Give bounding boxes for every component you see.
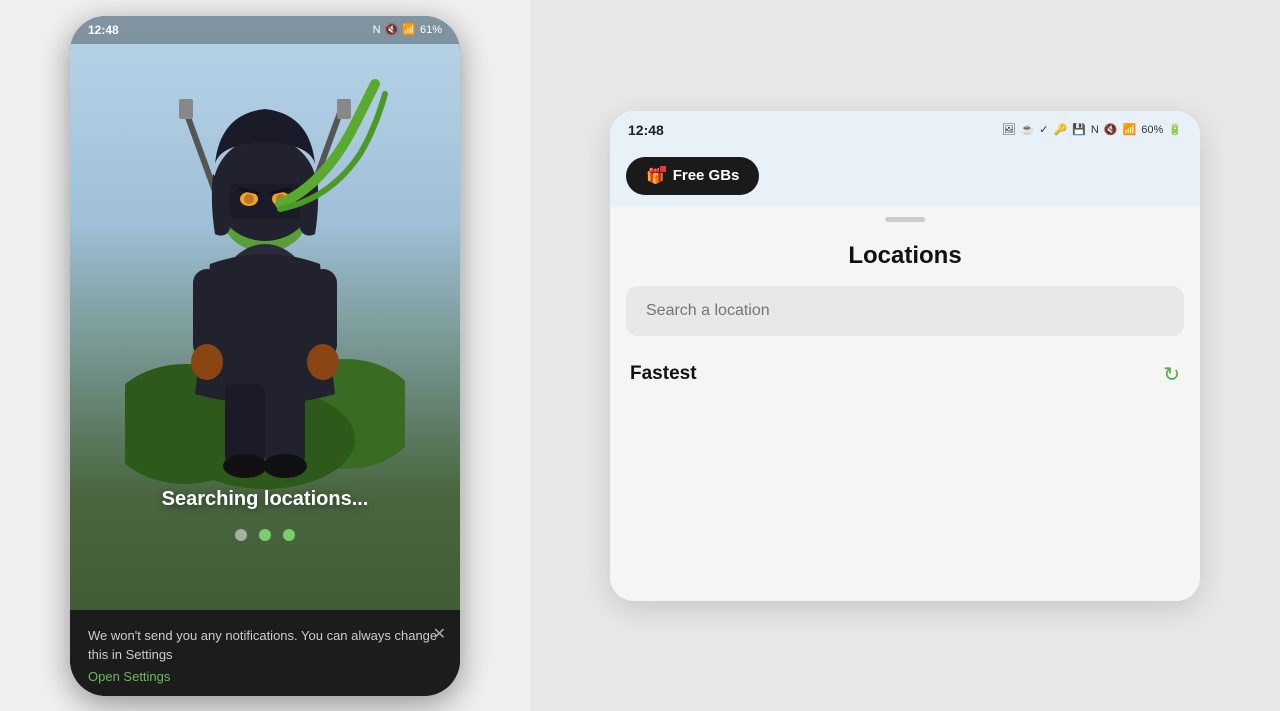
- right-status-icons: 🖼 ☕ ✓ 🔑 💾 N 🔇 📶 60% 🔋: [1002, 123, 1182, 136]
- search-location-input[interactable]: [626, 286, 1184, 336]
- left-status-icons: N 🔇 📶 61%: [373, 23, 442, 36]
- left-status-time: 12:48: [88, 23, 119, 37]
- sd-icon: 💾: [1072, 123, 1086, 136]
- close-notification-button[interactable]: ✕: [433, 624, 446, 644]
- sim-icon: N: [373, 24, 381, 36]
- notification-text: We won't send you any notifications. You…: [88, 626, 442, 665]
- sim-right-icon: N: [1091, 124, 1099, 136]
- wifi-icon: 📶: [402, 23, 416, 36]
- fastest-row: Fastest ↻: [610, 352, 1200, 397]
- free-gbs-bar: 🎁 Free GBs: [610, 149, 1200, 207]
- searching-text: Searching locations...: [162, 488, 369, 511]
- check-icon: ✓: [1039, 123, 1048, 136]
- left-panel: 12:48 N 🔇 📶 61%: [0, 0, 530, 711]
- battery-right: 60%: [1141, 124, 1163, 136]
- dot-3: [283, 529, 295, 541]
- mute-right-icon: 🔇: [1104, 123, 1118, 136]
- sheet-handle: [885, 217, 925, 222]
- dot-1: [235, 529, 247, 541]
- loading-dots: [235, 529, 295, 541]
- free-gbs-button[interactable]: 🎁 Free GBs: [626, 157, 759, 195]
- photo-icon: 🖼: [1002, 123, 1016, 136]
- locations-sheet: Locations Fastest ↻: [610, 232, 1200, 601]
- right-panel: 12:48 🖼 ☕ ✓ 🔑 💾 N 🔇 📶 60% 🔋 🎁: [530, 0, 1280, 711]
- refresh-icon[interactable]: ↻: [1163, 362, 1180, 387]
- wifi-right-icon: 📶: [1123, 123, 1137, 136]
- open-settings-link[interactable]: Open Settings: [88, 669, 442, 684]
- gift-icon: 🎁: [646, 167, 665, 185]
- right-status-time: 12:48: [628, 122, 664, 138]
- dot-2: [259, 529, 271, 541]
- search-container: [610, 286, 1200, 352]
- sheet-handle-area: [610, 207, 1200, 232]
- notification-dot: [659, 165, 667, 173]
- notification-banner: We won't send you any notifications. You…: [70, 610, 460, 696]
- battery-left: 61%: [420, 24, 442, 36]
- mute-icon: 🔇: [385, 23, 399, 36]
- coffee-icon: ☕: [1021, 123, 1035, 136]
- battery-icon: 🔋: [1168, 123, 1182, 136]
- phone-left: 12:48 N 🔇 📶 61%: [70, 16, 460, 696]
- ninja-background: Searching locations...: [70, 16, 460, 696]
- ninja-illustration: [125, 44, 405, 524]
- key-icon: 🔑: [1054, 123, 1068, 136]
- locations-title: Locations: [610, 232, 1200, 286]
- fastest-label: Fastest: [630, 363, 697, 385]
- phone-right: 12:48 🖼 ☕ ✓ 🔑 💾 N 🔇 📶 60% 🔋 🎁: [610, 111, 1200, 601]
- left-status-bar: 12:48 N 🔇 📶 61%: [70, 16, 460, 44]
- free-gbs-label: Free GBs: [673, 167, 740, 184]
- right-status-bar: 12:48 🖼 ☕ ✓ 🔑 💾 N 🔇 📶 60% 🔋: [610, 111, 1200, 149]
